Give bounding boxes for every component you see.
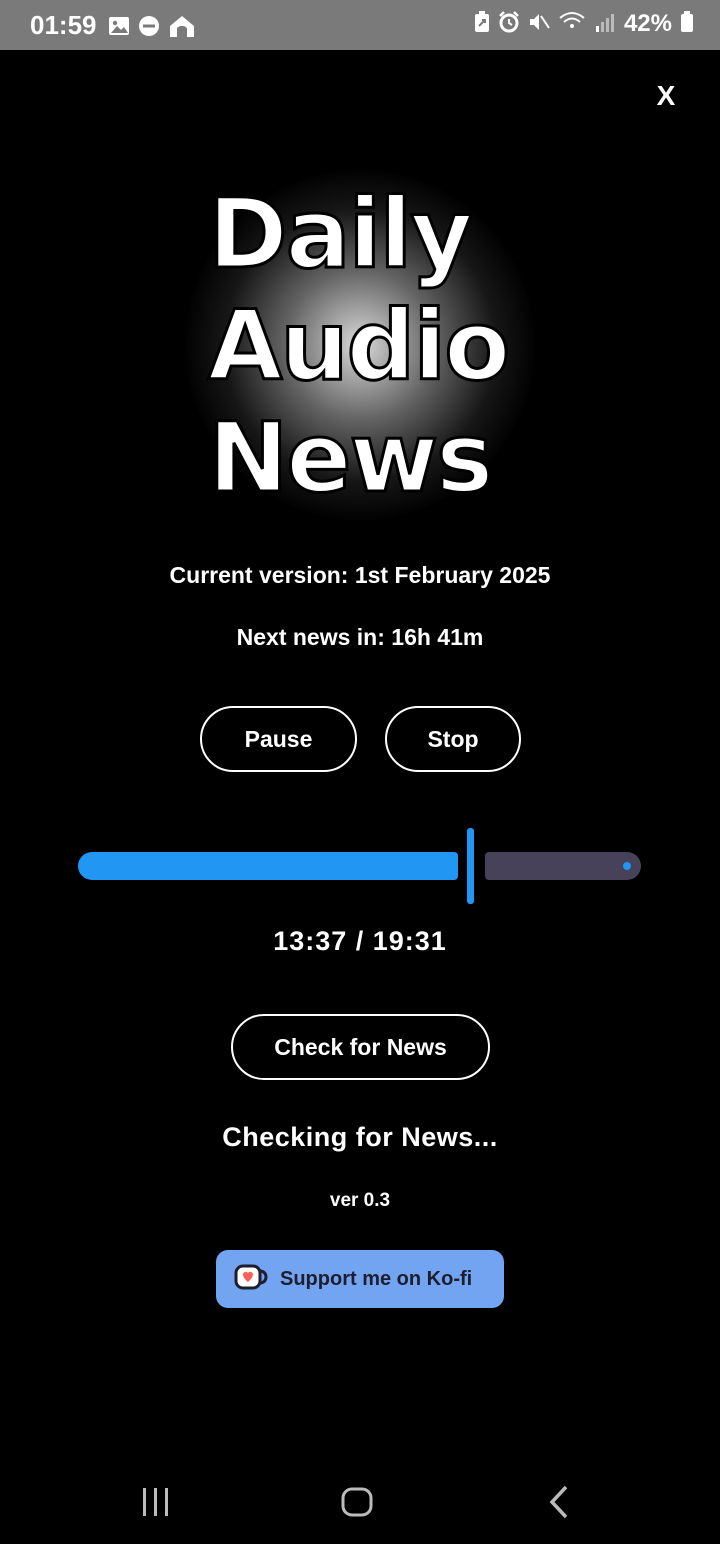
pause-button[interactable]: Pause bbox=[200, 706, 357, 772]
home-icon bbox=[168, 14, 196, 43]
recent-apps-icon[interactable] bbox=[140, 1482, 172, 1527]
battery-saver-icon bbox=[474, 10, 490, 38]
current-version-text: Current version: 1st February 2025 bbox=[169, 562, 551, 588]
logo-line-news: News bbox=[206, 402, 494, 514]
alarm-icon bbox=[498, 10, 520, 38]
battery-percentage: 42% bbox=[623, 10, 672, 37]
next-news-text: Next news in: 16h 41m bbox=[236, 624, 484, 650]
status-message: Checking for News... bbox=[222, 1122, 498, 1152]
battery-icon bbox=[680, 10, 694, 38]
seek-bar-end-dot bbox=[623, 862, 631, 870]
logo-line-audio: Audio bbox=[206, 290, 511, 402]
playback-time: 13:37 / 19:31 bbox=[273, 926, 447, 956]
logo-line-daily: Daily bbox=[207, 178, 475, 290]
seek-bar-thumb[interactable] bbox=[467, 828, 474, 904]
kofi-cup-icon bbox=[234, 1262, 270, 1297]
image-icon bbox=[108, 15, 130, 42]
status-time: 01:59 bbox=[30, 10, 97, 40]
stop-button[interactable]: Stop bbox=[385, 706, 521, 772]
version-label: ver 0.3 bbox=[329, 1190, 391, 1211]
status-right-icons: 42% bbox=[474, 10, 694, 38]
status-left-icons bbox=[108, 14, 196, 43]
check-for-news-button[interactable]: Check for News bbox=[231, 1014, 490, 1080]
wifi-calling-icon bbox=[558, 11, 586, 38]
close-button[interactable]: X bbox=[652, 80, 680, 114]
back-icon[interactable] bbox=[546, 1482, 572, 1527]
navigation-bar bbox=[0, 1460, 720, 1544]
home-button-icon[interactable] bbox=[340, 1482, 374, 1527]
signal-icon bbox=[594, 11, 616, 38]
kofi-label: Support me on Ko-fi bbox=[280, 1267, 473, 1290]
do-not-disturb-icon bbox=[138, 15, 160, 42]
kofi-support-button[interactable]: Support me on Ko-fi bbox=[216, 1250, 504, 1308]
seek-bar-played[interactable] bbox=[78, 852, 458, 880]
seek-bar-remaining[interactable] bbox=[485, 852, 641, 880]
mute-icon bbox=[528, 11, 550, 38]
status-bar: 01:59 42% bbox=[0, 0, 720, 50]
